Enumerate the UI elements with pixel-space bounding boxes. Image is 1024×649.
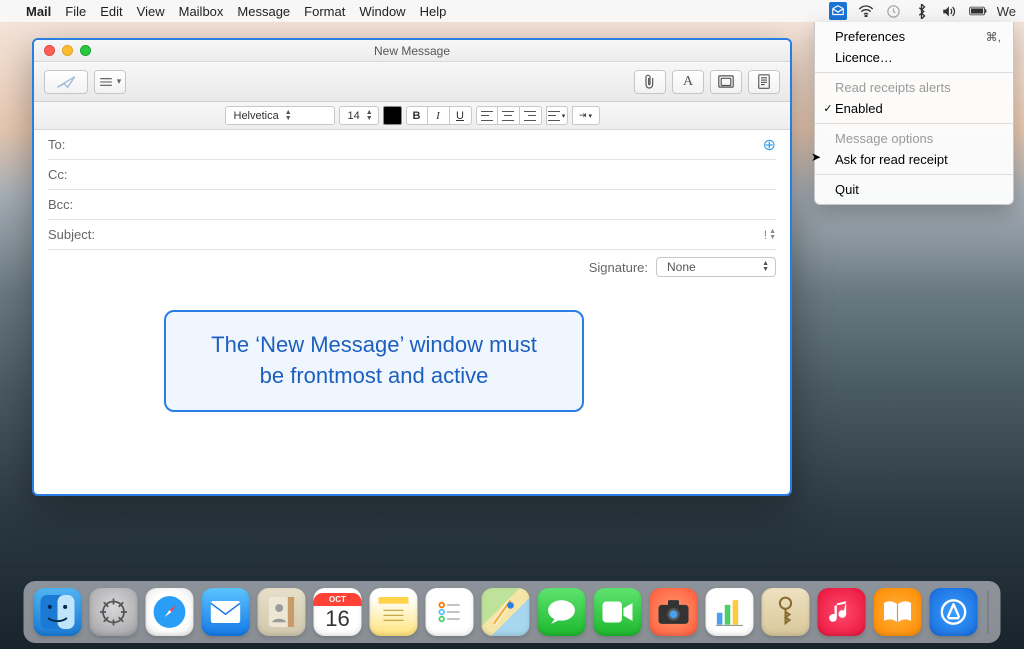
dock-notes[interactable] [370, 588, 418, 636]
header-fields: To: ⊕ Cc: Bcc: Subject: ! ▲▼ Signature: … [34, 130, 790, 284]
menu-item-enabled[interactable]: ✓Enabled [815, 98, 1013, 119]
indent-button[interactable]: ⇥▾ [572, 106, 600, 125]
italic-button[interactable]: I [428, 106, 450, 125]
cc-label: Cc: [48, 167, 88, 182]
dock-maps[interactable] [482, 588, 530, 636]
menu-edit[interactable]: Edit [100, 4, 122, 19]
dock-messages[interactable] [538, 588, 586, 636]
font-size-select[interactable]: 14▲▼ [339, 106, 379, 125]
bcc-label: Bcc: [48, 197, 88, 212]
compose-window: New Message A Helvetica▲▼ 14▲▼ B I [32, 38, 792, 496]
dock-appstore[interactable] [930, 588, 978, 636]
cc-field-row[interactable]: Cc: [48, 160, 776, 190]
dock-separator [988, 590, 989, 634]
priority-select[interactable]: ! ▲▼ [764, 228, 776, 242]
add-recipient-button[interactable]: ⊕ [763, 135, 776, 155]
menu-separator [815, 72, 1013, 73]
menu-mailbox[interactable]: Mailbox [179, 4, 224, 19]
menu-help[interactable]: Help [420, 4, 447, 19]
menu-separator [815, 123, 1013, 124]
dock-contacts[interactable] [258, 588, 306, 636]
menu-item-ask-receipt[interactable]: Ask for read receipt [815, 149, 1013, 170]
dock-finder[interactable] [34, 588, 82, 636]
message-body[interactable]: The ‘New Message’ window must be frontmo… [34, 284, 790, 494]
volume-icon[interactable] [941, 2, 959, 20]
dock-itunes[interactable] [818, 588, 866, 636]
wifi-icon[interactable] [857, 2, 875, 20]
minimize-button[interactable] [62, 45, 73, 56]
to-label: To: [48, 137, 88, 152]
menu-header-receipts: Read receipts alerts [815, 77, 1013, 98]
list-style-button[interactable]: ▾ [546, 106, 568, 125]
battery-icon[interactable] [969, 2, 987, 20]
dock-launchpad[interactable] [90, 588, 138, 636]
dock: OCT 16 [24, 581, 1001, 643]
signature-label: Signature: [589, 260, 648, 275]
window-title: New Message [34, 44, 790, 58]
align-right-button[interactable] [520, 106, 542, 125]
underline-button[interactable]: U [450, 106, 472, 125]
align-left-button[interactable] [476, 106, 498, 125]
photo-browser-button[interactable] [710, 70, 742, 94]
menubar: Mail File Edit View Mailbox Message Form… [0, 0, 1024, 22]
dock-photobooth[interactable] [650, 588, 698, 636]
instruction-callout: The ‘New Message’ window must be frontmo… [164, 310, 584, 412]
text-color-swatch[interactable] [383, 106, 402, 125]
attach-button[interactable] [634, 70, 666, 94]
dock-reminders[interactable] [426, 588, 474, 636]
dock-ibooks[interactable] [874, 588, 922, 636]
app-menu[interactable]: Mail [26, 4, 51, 19]
dock-facetime[interactable] [594, 588, 642, 636]
menu-view[interactable]: View [137, 4, 165, 19]
bcc-field-row[interactable]: Bcc: [48, 190, 776, 220]
dock-numbers[interactable] [706, 588, 754, 636]
close-button[interactable] [44, 45, 55, 56]
signature-row: Signature: None ▲▼ [48, 250, 776, 284]
subject-label: Subject: [48, 227, 104, 242]
menu-separator [815, 174, 1013, 175]
menubar-clock[interactable]: We [997, 4, 1016, 19]
menu-window[interactable]: Window [359, 4, 405, 19]
menu-item-quit[interactable]: Quit [815, 179, 1013, 200]
dock-keychain[interactable] [762, 588, 810, 636]
cursor-icon: ➤ [811, 150, 821, 164]
header-fields-dropdown[interactable] [94, 70, 126, 94]
format-bar: Helvetica▲▼ 14▲▼ B I U ▾ ⇥▾ [34, 102, 790, 130]
compose-toolbar: A [34, 62, 790, 102]
font-family-select[interactable]: Helvetica▲▼ [225, 106, 335, 125]
send-button[interactable] [44, 70, 88, 94]
zoom-button[interactable] [80, 45, 91, 56]
format-toggle-button[interactable]: A [672, 70, 704, 94]
window-titlebar[interactable]: New Message [34, 40, 790, 62]
align-center-button[interactable] [498, 106, 520, 125]
subject-field-row[interactable]: Subject: ! ▲▼ [48, 220, 776, 250]
signature-select[interactable]: None ▲▼ [656, 257, 776, 277]
bold-button[interactable]: B [406, 106, 428, 125]
menu-header-message-options: Message options [815, 128, 1013, 149]
bluetooth-icon[interactable] [913, 2, 931, 20]
menu-format[interactable]: Format [304, 4, 345, 19]
to-field-row[interactable]: To: ⊕ [48, 130, 776, 160]
menu-file[interactable]: File [65, 4, 86, 19]
menu-item-preferences[interactable]: Preferences⌘, [815, 26, 1013, 47]
dock-safari[interactable] [146, 588, 194, 636]
dock-calendar[interactable]: OCT 16 [314, 588, 362, 636]
menu-message[interactable]: Message [237, 4, 290, 19]
stationery-button[interactable] [748, 70, 780, 94]
readreceipts-status-icon[interactable] [829, 2, 847, 20]
menubar-status-area: We [829, 2, 1016, 20]
timemachine-icon[interactable] [885, 2, 903, 20]
readreceipts-status-menu: Preferences⌘, Licence… Read receipts ale… [814, 22, 1014, 205]
menu-item-licence[interactable]: Licence… [815, 47, 1013, 68]
dock-mail[interactable] [202, 588, 250, 636]
